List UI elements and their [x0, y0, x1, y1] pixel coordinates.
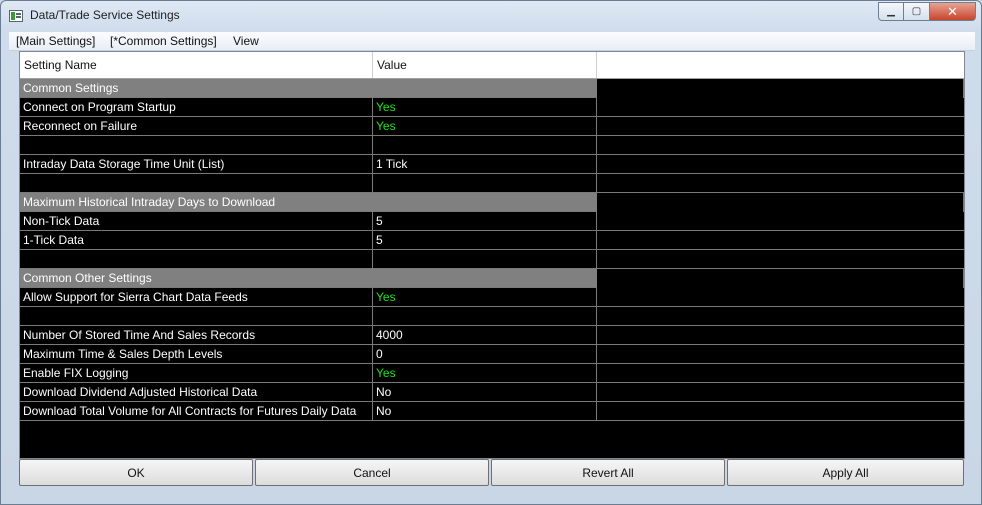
ok-button[interactable]: OK	[19, 459, 253, 486]
setting-value-cell[interactable]: 5	[373, 212, 597, 231]
filler-cell	[597, 250, 964, 269]
setting-value-cell[interactable]: Yes	[373, 288, 597, 307]
setting-value-cell[interactable]: Yes	[373, 98, 597, 117]
setting-row[interactable]: Intraday Data Storage Time Unit (List) 1 …	[20, 155, 964, 174]
blank-row	[20, 174, 964, 193]
setting-name-cell: Download Dividend Adjusted Historical Da…	[20, 383, 373, 402]
column-header-filler	[597, 52, 964, 78]
maximize-icon: ▢	[911, 6, 922, 17]
setting-name-cell: Maximum Time & Sales Depth Levels	[20, 345, 373, 364]
setting-row[interactable]: Enable FIX Logging Yes	[20, 364, 964, 383]
setting-value-cell[interactable]: 5	[373, 231, 597, 250]
menu-common-settings[interactable]: [*Common Settings]	[110, 34, 217, 48]
setting-value-cell	[373, 250, 597, 269]
setting-name-cell: Allow Support for Sierra Chart Data Feed…	[20, 288, 373, 307]
setting-name-cell: Reconnect on Failure	[20, 117, 373, 136]
menu-main-settings[interactable]: [Main Settings]	[16, 34, 95, 48]
setting-value-cell[interactable]: 0	[373, 345, 597, 364]
setting-value-cell[interactable]: 1 Tick	[373, 155, 597, 174]
button-bar: OK Cancel Revert All Apply All	[19, 459, 965, 487]
setting-name-cell: Connect on Program Startup	[20, 98, 373, 117]
filler-cell	[597, 231, 964, 250]
minimize-button[interactable]: ▁	[878, 2, 904, 21]
setting-name-cell: Intraday Data Storage Time Unit (List)	[20, 155, 373, 174]
filler-cell	[597, 212, 964, 231]
revert-all-button[interactable]: Revert All	[491, 459, 725, 486]
filler-cell	[597, 117, 964, 136]
setting-name-cell	[20, 250, 373, 269]
menu-view[interactable]: View	[233, 34, 259, 48]
setting-row[interactable]: Non-Tick Data 5	[20, 212, 964, 231]
filler-cell	[597, 98, 964, 117]
setting-name-cell: Non-Tick Data	[20, 212, 373, 231]
filler-cell	[597, 155, 964, 174]
filler-cell	[597, 174, 964, 193]
section-title: Maximum Historical Intraday Days to Down…	[20, 193, 597, 212]
setting-name-cell	[20, 174, 373, 193]
setting-row[interactable]: Reconnect on Failure Yes	[20, 117, 964, 136]
window-controls: ▁ ▢ ✕	[878, 2, 976, 21]
section-title: Common Settings	[20, 79, 597, 98]
filler-cell	[597, 364, 964, 383]
apply-all-button[interactable]: Apply All	[727, 459, 964, 486]
filler-cell	[597, 383, 964, 402]
setting-row[interactable]: Download Total Volume for All Contracts …	[20, 402, 964, 421]
filler-cell	[597, 402, 964, 421]
section-header-row: Common Settings	[20, 79, 964, 98]
settings-window: Data/Trade Service Settings ▁ ▢ ✕ [Main …	[0, 0, 982, 505]
section-filler	[597, 193, 964, 212]
filler-cell	[597, 326, 964, 345]
filler-cell	[597, 288, 964, 307]
menu-bar: [Main Settings] [*Common Settings] View	[9, 32, 975, 51]
setting-value-cell	[373, 174, 597, 193]
blank-row	[20, 136, 964, 155]
close-button[interactable]: ✕	[930, 2, 976, 21]
cancel-button[interactable]: Cancel	[255, 459, 489, 486]
filler-cell	[597, 136, 964, 155]
setting-name-cell	[20, 307, 373, 326]
column-header-setting-name[interactable]: Setting Name	[20, 52, 373, 78]
column-header-value[interactable]: Value	[373, 52, 597, 78]
setting-row[interactable]: Number Of Stored Time And Sales Records 4…	[20, 326, 964, 345]
setting-name-cell: Download Total Volume for All Contracts …	[20, 402, 373, 421]
setting-row[interactable]: Maximum Time & Sales Depth Levels 0	[20, 345, 964, 364]
grid-header: Setting Name Value	[20, 52, 964, 79]
setting-value-cell[interactable]: Yes	[373, 364, 597, 383]
setting-value-cell[interactable]: 4000	[373, 326, 597, 345]
close-icon: ✕	[947, 3, 958, 19]
section-header-row: Maximum Historical Intraday Days to Down…	[20, 193, 964, 212]
setting-value-cell	[373, 136, 597, 155]
filler-cell	[597, 307, 964, 326]
blank-row	[20, 307, 964, 326]
minimize-icon: ▁	[887, 6, 895, 17]
setting-name-cell: Enable FIX Logging	[20, 364, 373, 383]
setting-name-cell	[20, 136, 373, 155]
status-strip	[9, 490, 975, 502]
maximize-button[interactable]: ▢	[904, 2, 930, 21]
setting-row[interactable]: Connect on Program Startup Yes	[20, 98, 964, 117]
section-header-row: Common Other Settings	[20, 269, 964, 288]
setting-row[interactable]: 1-Tick Data 5	[20, 231, 964, 250]
section-filler	[597, 79, 964, 98]
setting-value-cell	[373, 307, 597, 326]
section-filler	[597, 269, 964, 288]
settings-grid[interactable]: Setting Name Value Common Settings Connec…	[19, 51, 965, 459]
title-bar[interactable]: Data/Trade Service Settings ▁ ▢ ✕	[1, 1, 981, 31]
window-title: Data/Trade Service Settings	[30, 8, 180, 22]
app-icon	[9, 10, 23, 22]
filler-cell	[597, 345, 964, 364]
setting-row[interactable]: Allow Support for Sierra Chart Data Feed…	[20, 288, 964, 307]
section-title: Common Other Settings	[20, 269, 597, 288]
setting-value-cell[interactable]: No	[373, 402, 597, 421]
setting-name-cell: Number Of Stored Time And Sales Records	[20, 326, 373, 345]
setting-name-cell: 1-Tick Data	[20, 231, 373, 250]
setting-value-cell[interactable]: Yes	[373, 117, 597, 136]
setting-row[interactable]: Download Dividend Adjusted Historical Da…	[20, 383, 964, 402]
setting-value-cell[interactable]: No	[373, 383, 597, 402]
blank-row	[20, 250, 964, 269]
